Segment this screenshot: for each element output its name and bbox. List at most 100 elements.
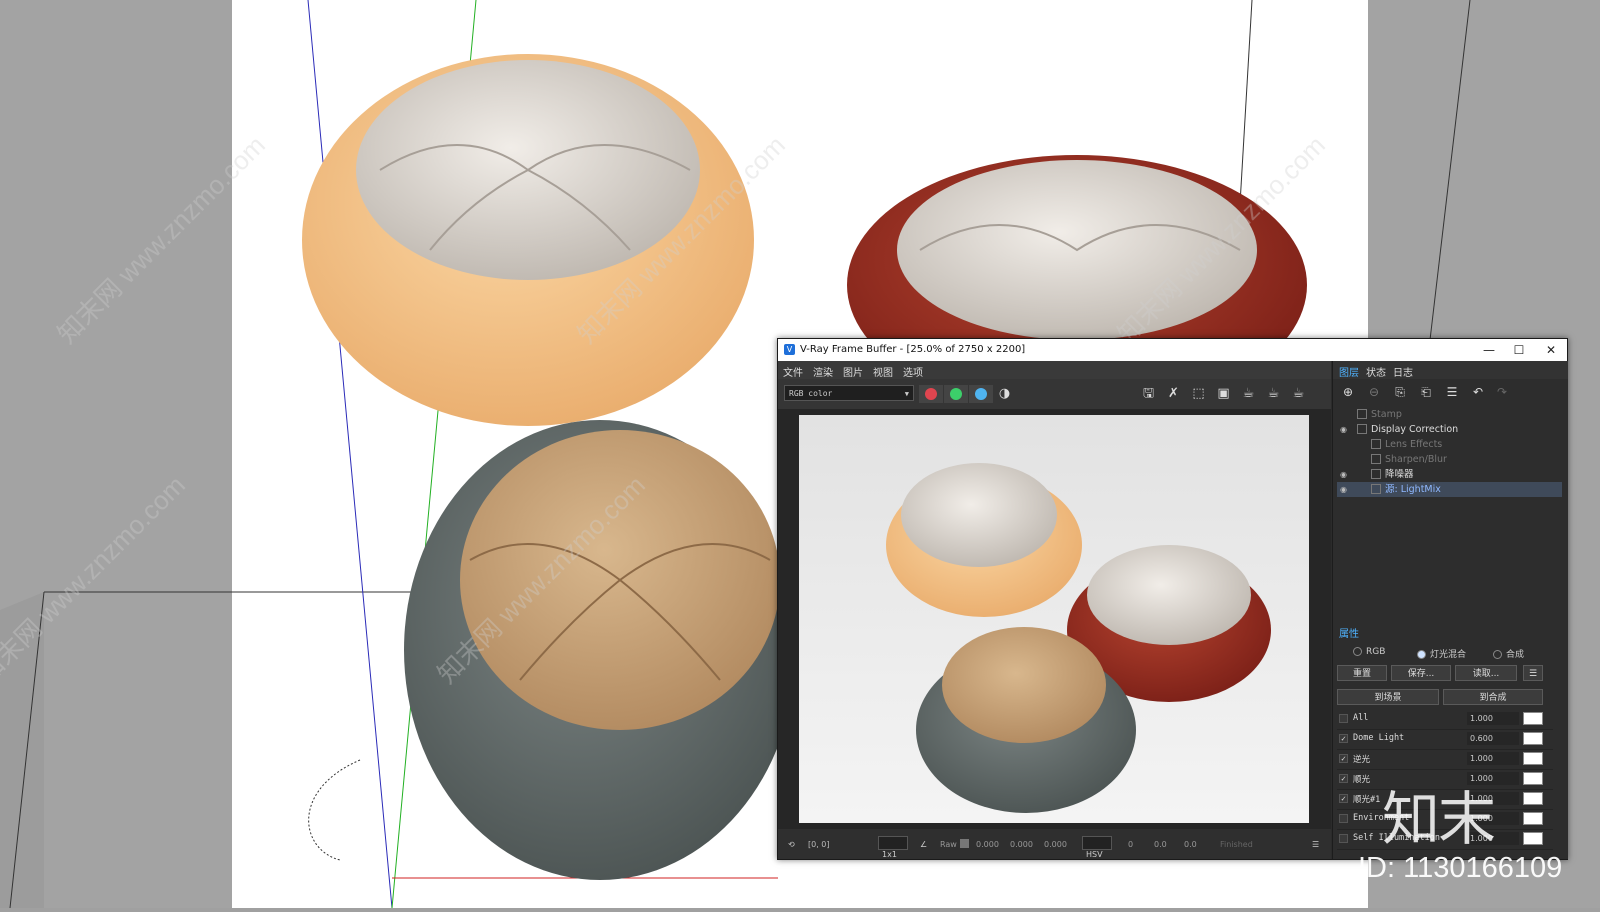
radio-icon xyxy=(1417,650,1426,659)
vfb-toolbar: RGB color ▼ ◑ 🖫 ✗ ⬚ ▣ ☕ ☕ ☕ xyxy=(778,379,1331,409)
close-button[interactable]: ✕ xyxy=(1536,341,1566,359)
light-name: 顺光 xyxy=(1353,775,1371,785)
list-options-icon[interactable]: ☰ xyxy=(1523,665,1543,681)
layer-checkbox[interactable] xyxy=(1371,469,1381,479)
radio-icon xyxy=(1353,647,1362,656)
light-color-swatch[interactable] xyxy=(1523,812,1543,825)
layer-lens-effects[interactable]: Lens Effects xyxy=(1337,437,1562,452)
mode-label: 灯光混合 xyxy=(1430,650,1467,660)
light-checkbox[interactable] xyxy=(1339,714,1348,723)
channel-select-value: RGB color xyxy=(789,389,833,398)
red-channel-button[interactable] xyxy=(919,385,943,403)
light-color-swatch[interactable] xyxy=(1523,712,1543,725)
color-mode-select[interactable]: HSV xyxy=(1082,836,1112,859)
mode-composite-radio[interactable]: 合成 xyxy=(1493,647,1524,660)
to-composite-button[interactable]: 到合成 xyxy=(1443,689,1543,705)
light-color-swatch[interactable] xyxy=(1523,772,1543,785)
layer-checkbox[interactable] xyxy=(1371,439,1381,449)
minimize-button[interactable]: — xyxy=(1474,341,1504,359)
layer-source-lightmix[interactable]: ◉ 源: LightMix xyxy=(1337,482,1562,497)
layer-label: Stamp xyxy=(1371,409,1402,420)
light-color-swatch[interactable] xyxy=(1523,792,1543,805)
render-icon[interactable]: ☕ xyxy=(1290,386,1307,402)
add-layer-icon[interactable]: ⊕ xyxy=(1339,384,1357,400)
menu-image[interactable]: 图片 xyxy=(838,361,868,379)
layer-label: Lens Effects xyxy=(1385,439,1443,450)
raw-value-b: 0.000 xyxy=(1044,840,1067,849)
layer-checkbox[interactable] xyxy=(1357,424,1367,434)
light-color-swatch[interactable] xyxy=(1523,732,1543,745)
light-checkbox[interactable]: ✓ xyxy=(1339,774,1348,783)
redo-icon[interactable]: ↷ xyxy=(1493,384,1511,400)
menu-view[interactable]: 视图 xyxy=(868,361,898,379)
tab-layers[interactable]: 图层 xyxy=(1339,364,1359,379)
save-layers-icon[interactable]: ⎘ xyxy=(1391,384,1409,400)
remove-layer-icon[interactable]: ⊖ xyxy=(1365,384,1383,400)
layer-toolbar: ⊕ ⊖ ⎘ ⎗ ☰ ↶ ↷ xyxy=(1333,379,1568,405)
light-checkbox[interactable]: ✓ xyxy=(1339,754,1348,763)
interactive-render-icon[interactable]: ☕ xyxy=(1240,386,1257,402)
save-button[interactable]: 保存... xyxy=(1391,665,1451,681)
eye-icon[interactable]: ◉ xyxy=(1340,467,1347,482)
status-bar: ⟲ [0, 0] 1x1 ∠ Raw 0.000 0.000 0.000 HSV… xyxy=(778,829,1331,859)
light-color-swatch[interactable] xyxy=(1523,752,1543,765)
eye-icon[interactable]: ◉ xyxy=(1340,482,1347,497)
layer-label: 降噪器 xyxy=(1385,469,1414,480)
light-checkbox[interactable] xyxy=(1339,834,1348,843)
layer-checkbox[interactable] xyxy=(1357,409,1367,419)
hsv-value-v: 0.0 xyxy=(1184,840,1197,849)
light-value-spinner[interactable]: 1.000 xyxy=(1467,752,1519,765)
layer-checkbox[interactable] xyxy=(1371,484,1381,494)
window-title: V-Ray Frame Buffer - [25.0% of 2750 x 22… xyxy=(800,344,1026,355)
to-scene-button[interactable]: 到场景 xyxy=(1337,689,1439,705)
menu-file[interactable]: 文件 xyxy=(778,361,808,379)
menu-bar: 文件 渲染 图片 视图 选项 xyxy=(778,361,1331,379)
save-image-icon[interactable]: 🖫 xyxy=(1140,386,1157,402)
mode-lightmix-radio[interactable]: 灯光混合 xyxy=(1417,647,1466,660)
undo-icon[interactable]: ↶ xyxy=(1469,384,1487,400)
layer-denoiser[interactable]: ◉ 降噪器 xyxy=(1337,467,1562,482)
pick-icon[interactable]: ⟲ xyxy=(788,840,795,849)
channel-select[interactable]: RGB color ▼ xyxy=(784,385,914,401)
reset-button[interactable]: 重置 xyxy=(1337,665,1387,681)
hsv-value-s: 0.0 xyxy=(1154,840,1167,849)
watermark-id: ID: 1130166109 xyxy=(1358,852,1563,884)
tab-log[interactable]: 日志 xyxy=(1393,364,1413,379)
tab-stats[interactable]: 状态 xyxy=(1366,364,1386,379)
zoom-select[interactable]: 1x1 xyxy=(878,836,908,859)
load-layers-icon[interactable]: ⎗ xyxy=(1417,384,1435,400)
layer-display-correction[interactable]: ◉ Display Correction xyxy=(1337,422,1562,437)
blue-channel-button[interactable] xyxy=(969,385,993,403)
layer-list-icon[interactable]: ☰ xyxy=(1443,384,1461,400)
hsv-value-h: 0 xyxy=(1128,840,1134,849)
stop-render-icon[interactable]: ☕ xyxy=(1265,386,1282,402)
light-value-spinner[interactable]: 1.000 xyxy=(1467,712,1519,725)
green-channel-button[interactable] xyxy=(944,385,968,403)
region-select-icon[interactable]: ⬚ xyxy=(1190,386,1207,402)
light-color-swatch[interactable] xyxy=(1523,832,1543,845)
layer-stamp[interactable]: Stamp xyxy=(1337,407,1562,422)
light-name: Dome Light xyxy=(1353,733,1405,743)
layer-sharpen-blur[interactable]: Sharpen/Blur xyxy=(1337,452,1562,467)
light-value-spinner[interactable]: 0.600 xyxy=(1467,732,1519,745)
mode-rgb-radio[interactable]: RGB xyxy=(1353,647,1385,657)
eye-icon[interactable]: ◉ xyxy=(1340,422,1347,437)
layer-checkbox[interactable] xyxy=(1371,454,1381,464)
alpha-channel-icon[interactable]: ◑ xyxy=(996,386,1013,402)
menu-options[interactable]: 选项 xyxy=(898,361,928,379)
clear-image-icon[interactable]: ✗ xyxy=(1165,386,1182,402)
coords-readout: [0, 0] xyxy=(808,840,830,849)
title-bar[interactable]: V V-Ray Frame Buffer - [25.0% of 2750 x … xyxy=(778,339,1567,361)
panel-toggle-icon[interactable]: ☰ xyxy=(1312,840,1319,849)
color-mode-value: HSV xyxy=(1086,850,1103,859)
light-checkbox[interactable]: ✓ xyxy=(1339,734,1348,743)
light-name: 顺光#1 xyxy=(1353,795,1381,805)
light-checkbox[interactable] xyxy=(1339,814,1348,823)
render-region-icon[interactable]: ▣ xyxy=(1215,386,1232,402)
render-viewport[interactable] xyxy=(778,409,1331,829)
render-status: Finished xyxy=(1220,840,1253,849)
menu-render[interactable]: 渲染 xyxy=(808,361,838,379)
light-checkbox[interactable]: ✓ xyxy=(1339,794,1348,803)
maximize-button[interactable]: ☐ xyxy=(1504,341,1534,359)
load-button[interactable]: 读取... xyxy=(1455,665,1517,681)
